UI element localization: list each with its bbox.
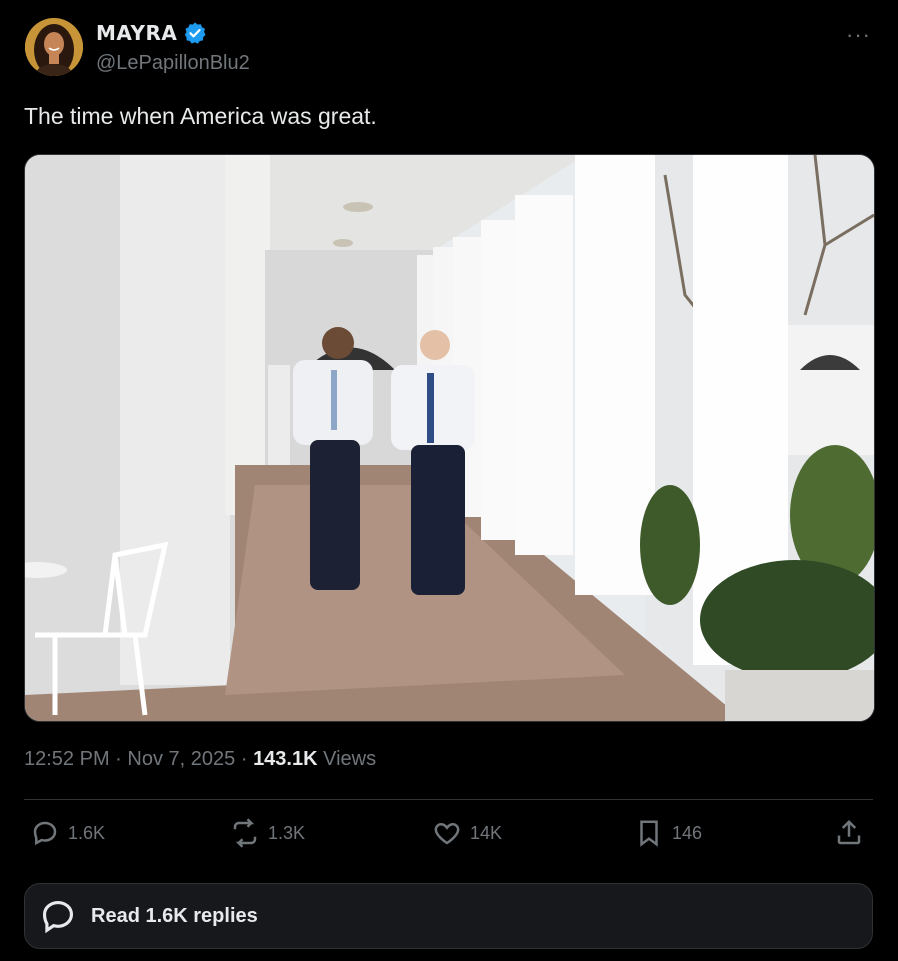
meta-separator: ·	[240, 748, 248, 770]
bookmark-count: 146	[672, 822, 703, 843]
read-replies-button[interactable]: Read 1.6K replies	[24, 883, 873, 949]
action-bar: 1.6K 1.3K 14K 146	[24, 818, 873, 854]
avatar[interactable]	[25, 18, 83, 76]
tweet-photo[interactable]	[24, 154, 875, 722]
meta-separator: ·	[115, 748, 122, 770]
like-button[interactable]: 14K	[432, 818, 502, 848]
like-count: 14K	[470, 822, 503, 843]
divider	[24, 799, 873, 800]
heart-icon	[434, 822, 460, 845]
author-name-row[interactable]: MAYRA	[96, 21, 207, 45]
share-button[interactable]	[834, 818, 864, 848]
views-count: 143.1K	[253, 748, 318, 770]
read-replies-label: Read 1.6K replies	[91, 904, 258, 927]
reply-count: 1.6K	[68, 822, 106, 843]
repost-count: 1.3K	[268, 822, 306, 843]
photo-colonnade-illustration	[25, 155, 874, 721]
tweet-text: The time when America was great.	[24, 103, 377, 129]
verified-badge-icon	[183, 21, 207, 45]
share-icon	[837, 819, 861, 845]
author-handle[interactable]: @LePapillonBlu2	[96, 52, 250, 75]
repost-button[interactable]: 1.3K	[230, 818, 305, 848]
more-options-icon[interactable]: ···	[846, 22, 871, 48]
repost-icon	[233, 818, 257, 848]
views-label: Views	[323, 748, 377, 770]
reply-icon	[33, 821, 57, 846]
bookmark-icon	[640, 820, 658, 847]
bookmark-button[interactable]: 146	[634, 818, 702, 848]
tweet-meta: 12:52 PM · Nov 7, 2025 · 143.1K Views	[24, 748, 376, 771]
reply-button[interactable]: 1.6K	[30, 818, 105, 848]
tweet-time[interactable]: 12:52 PM	[24, 748, 110, 770]
tweet-date[interactable]: Nov 7, 2025	[127, 748, 235, 770]
chat-bubble-icon	[42, 900, 74, 934]
author-display-name[interactable]: MAYRA	[96, 21, 177, 45]
